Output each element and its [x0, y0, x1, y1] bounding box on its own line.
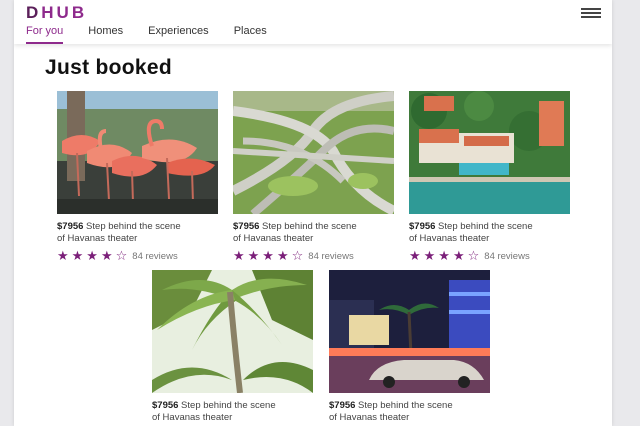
card-image-highway-interchange[interactable] — [233, 91, 394, 214]
review-count[interactable]: 84 reviews — [484, 251, 529, 262]
card-description: $7956 Step behind the scene of Havanas t… — [409, 221, 570, 245]
card-image-villa-waterfront[interactable] — [409, 91, 570, 214]
card-image-flamingos[interactable] — [57, 91, 218, 214]
booking-card[interactable]: $7956 Step behind the scene of Havanas t… — [57, 91, 218, 264]
star-rating-icon: ★★★★☆ — [233, 248, 307, 263]
tab-places[interactable]: Places — [234, 25, 267, 44]
tab-for-you[interactable]: For you — [26, 25, 64, 44]
booking-card[interactable]: $7956 Step behind the scene of Havanas t… — [152, 270, 313, 424]
card-title-line1: Step behind the scene — [178, 400, 276, 411]
card-description: $7956 Step behind the scene of Havanas t… — [329, 400, 490, 424]
card-title-line1: Step behind the scene — [435, 221, 533, 232]
card-title-line2: of Havanas theater — [57, 233, 138, 244]
star-rating-icon: ★★★★☆ — [409, 248, 483, 263]
booking-card[interactable]: $7956 Step behind the scene of Havanas t… — [409, 91, 570, 264]
card-price: $7956 — [57, 221, 84, 232]
card-title-line2: of Havanas theater — [329, 412, 410, 423]
card-title-line2: of Havanas theater — [152, 412, 233, 423]
card-price: $7956 — [152, 400, 179, 411]
card-rating: ★★★★☆ 84 reviews — [233, 248, 394, 264]
top-header: DHUB For you Homes Experiences Places — [14, 0, 612, 44]
card-title-line2: of Havanas theater — [409, 233, 490, 244]
card-image-night-street-car[interactable] — [329, 270, 490, 393]
card-title-line1: Step behind the scene — [355, 400, 453, 411]
card-image-palm-trees[interactable] — [152, 270, 313, 393]
app-frame: DHUB For you Homes Experiences Places Ju… — [14, 0, 612, 426]
card-description: $7956 Step behind the scene of Havanas t… — [57, 221, 218, 245]
tab-experiences[interactable]: Experiences — [148, 25, 209, 44]
booking-card[interactable]: $7956 Step behind the scene of Havanas t… — [329, 270, 490, 424]
booking-card[interactable]: $7956 Step behind the scene of Havanas t… — [233, 91, 394, 264]
tab-homes[interactable]: Homes — [88, 25, 123, 44]
card-rating: ★★★★☆ 84 reviews — [409, 248, 570, 264]
hamburger-menu-icon[interactable] — [581, 8, 601, 19]
app-logo[interactable]: DHUB — [26, 3, 87, 23]
card-price: $7956 — [329, 400, 356, 411]
review-count[interactable]: 84 reviews — [132, 251, 177, 262]
card-title-line2: of Havanas theater — [233, 233, 314, 244]
review-count[interactable]: 84 reviews — [308, 251, 353, 262]
card-description: $7956 Step behind the scene of Havanas t… — [233, 221, 394, 245]
card-price: $7956 — [409, 221, 436, 232]
card-rating: ★★★★☆ 84 reviews — [57, 248, 218, 264]
nav-tabs: For you Homes Experiences Places — [26, 25, 292, 44]
card-price: $7956 — [233, 221, 260, 232]
card-title-line1: Step behind the scene — [83, 221, 181, 232]
star-rating-icon: ★★★★☆ — [57, 248, 131, 263]
card-title-line1: Step behind the scene — [259, 221, 357, 232]
card-description: $7956 Step behind the scene of Havanas t… — [152, 400, 313, 424]
section-title: Just booked — [45, 56, 172, 79]
